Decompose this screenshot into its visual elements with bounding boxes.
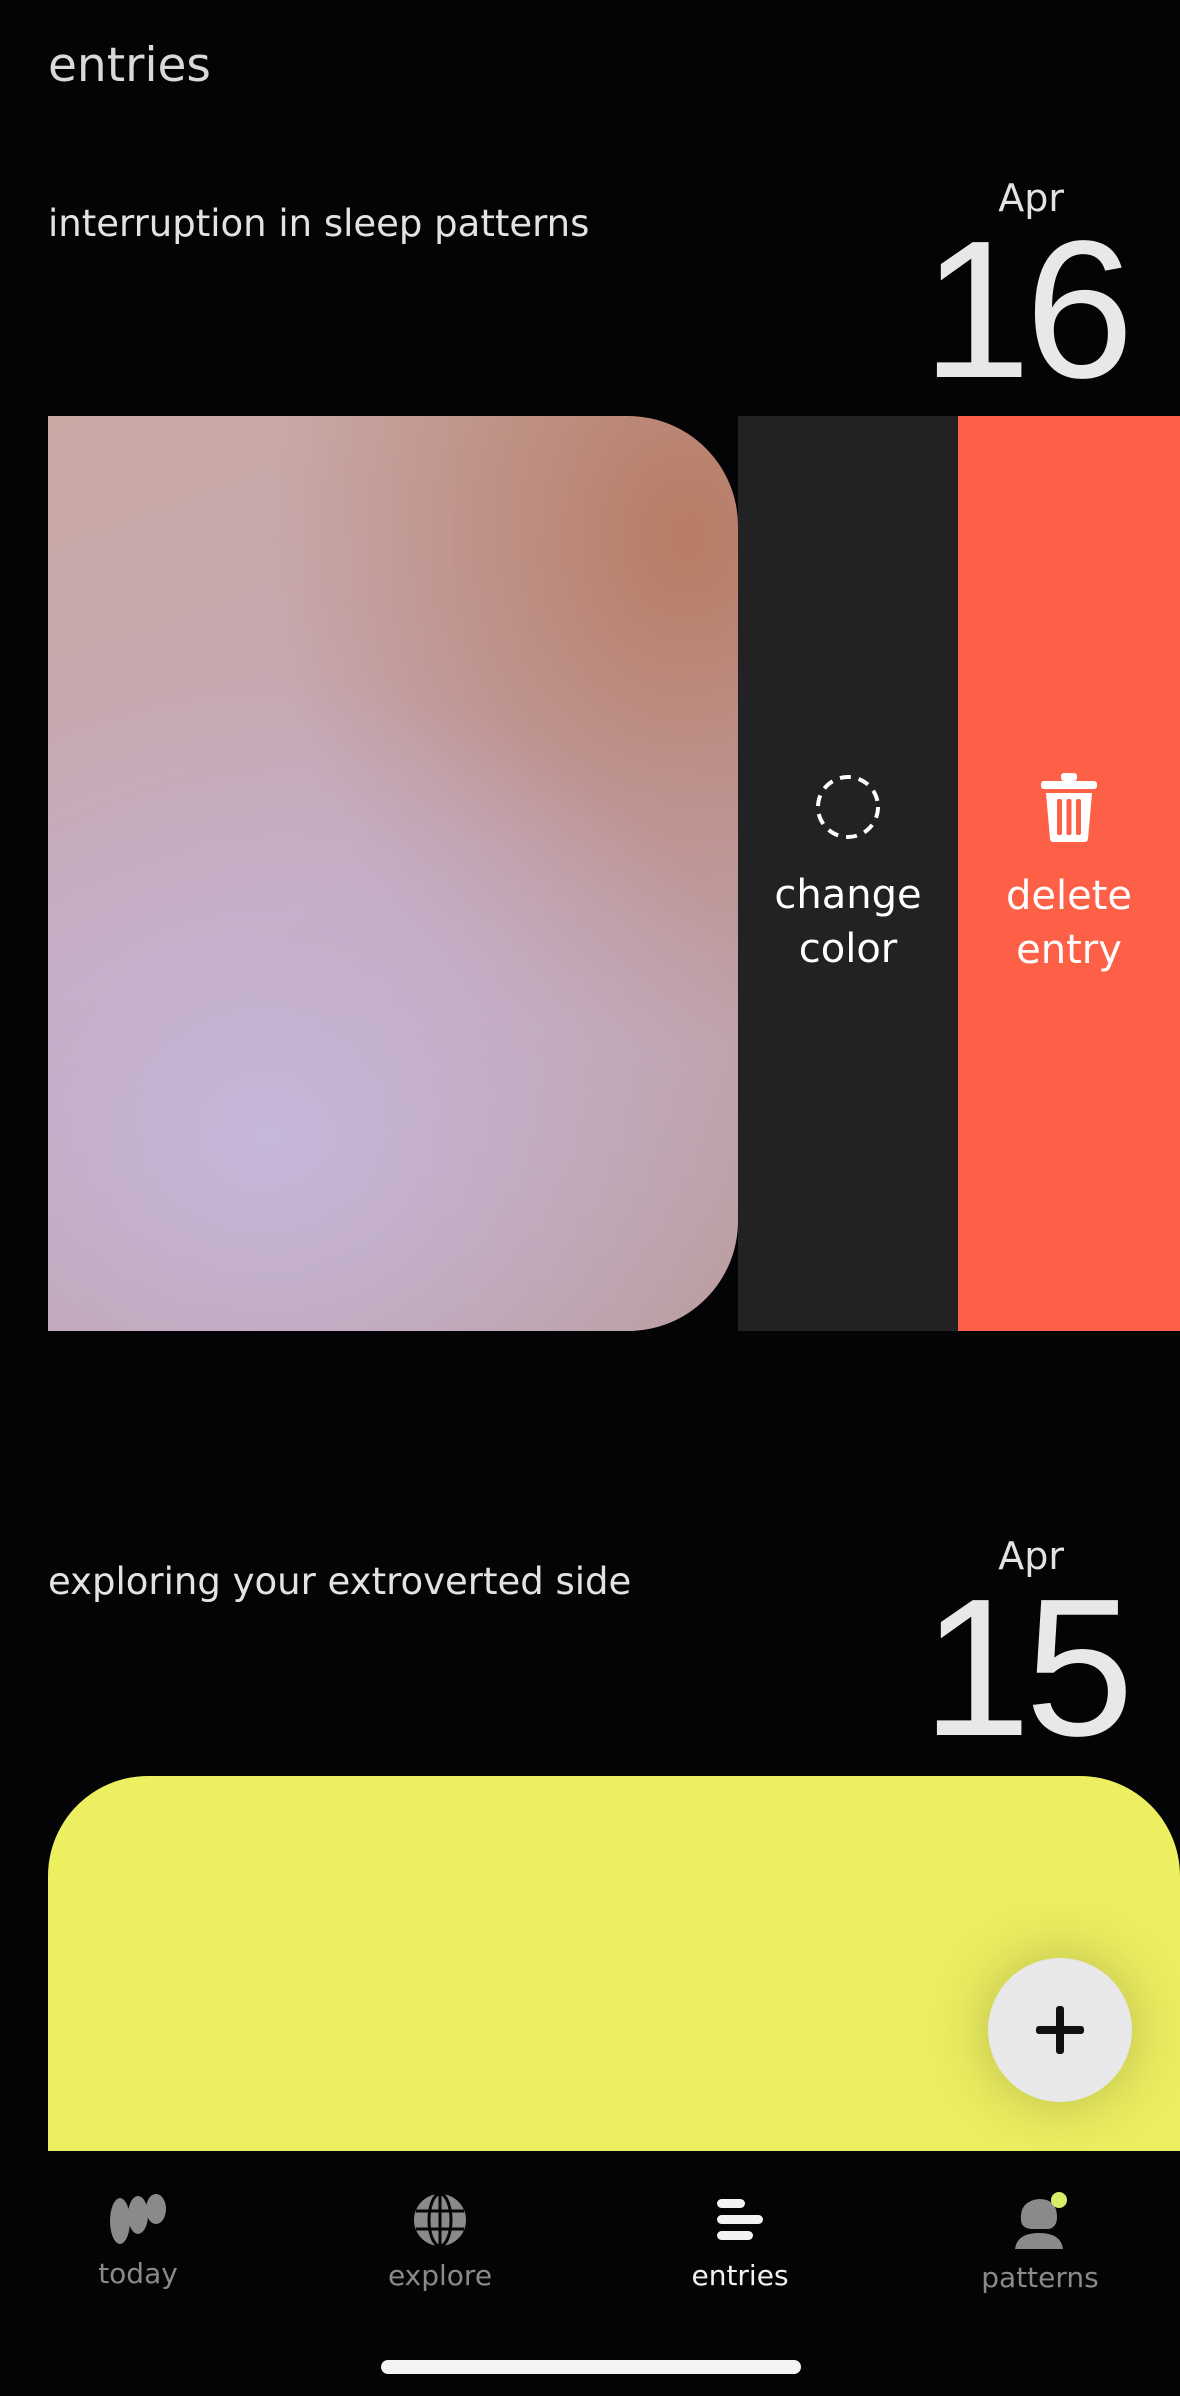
tab-explore[interactable]: explore	[320, 2191, 560, 2292]
tab-label: explore	[387, 2259, 493, 2292]
patterns-profile-icon	[1015, 2192, 1067, 2249]
change-color-button[interactable]: change color	[738, 416, 958, 1331]
trash-icon	[1041, 772, 1097, 842]
entry-card[interactable]	[48, 416, 738, 1331]
delete-entry-label: delete entry	[1005, 872, 1132, 973]
home-indicator[interactable]	[381, 2360, 801, 2374]
plus-icon	[1036, 2006, 1084, 2054]
tab-label: patterns	[981, 2261, 1099, 2294]
entry-card[interactable]	[48, 1776, 1180, 2151]
tab-label: today	[98, 2257, 178, 2290]
tab-patterns[interactable]: patterns	[920, 2191, 1160, 2294]
tab-today[interactable]: today	[18, 2191, 258, 2290]
tab-entries[interactable]: entries	[620, 2191, 860, 2292]
entries-lines-icon	[717, 2199, 763, 2240]
entry-day: 16	[921, 200, 1134, 419]
entry-day: 15	[921, 1558, 1134, 1777]
entry-title[interactable]: exploring your extroverted side	[48, 1560, 631, 1603]
page-title: entries	[48, 38, 211, 93]
dashed-circle-icon	[816, 774, 880, 839]
tab-label: entries	[691, 2259, 789, 2292]
add-entry-button[interactable]	[988, 1958, 1132, 2102]
entry-title[interactable]: interruption in sleep patterns	[48, 202, 589, 245]
today-logo-icon	[110, 2194, 166, 2244]
change-color-label: change color	[774, 871, 922, 972]
globe-icon	[414, 2192, 466, 2248]
delete-entry-button[interactable]: delete entry	[958, 416, 1180, 1331]
